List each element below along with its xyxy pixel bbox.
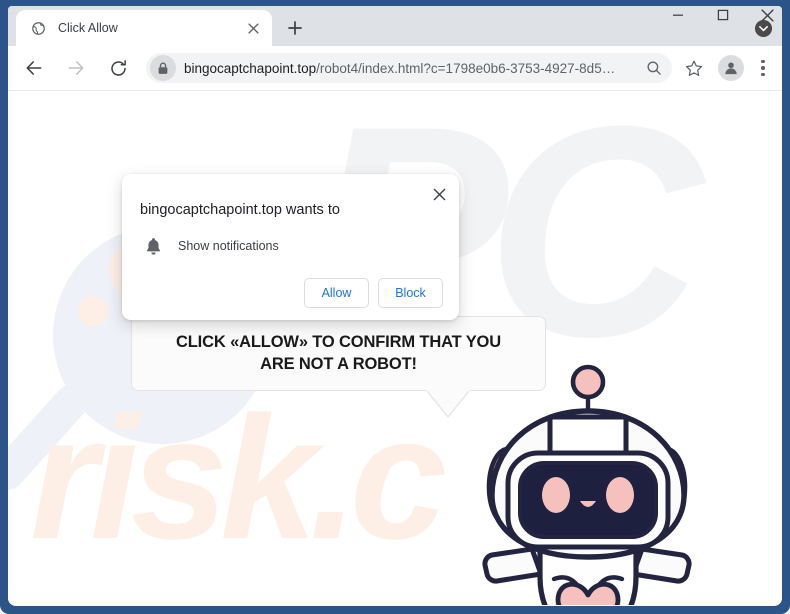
speech-bubble-text: CLICK «ALLOW» TO CONFIRM THAT YOU ARE NO…	[176, 332, 501, 376]
star-icon[interactable]	[680, 54, 708, 82]
address-bar[interactable]: bingocaptchapoint.top/robot4/index.html?…	[146, 53, 672, 83]
window-controls	[655, 0, 790, 30]
speech-bubble-tail	[426, 390, 474, 420]
dialog-title: bingocaptchapoint.top wants to	[140, 202, 340, 218]
globe-icon	[30, 20, 47, 37]
reload-icon[interactable]	[104, 54, 132, 82]
close-icon[interactable]	[428, 183, 450, 205]
person-avatar-icon[interactable]	[718, 55, 744, 81]
bell-icon	[142, 235, 164, 257]
browser-toolbar: bingocaptchapoint.top/robot4/index.html?…	[8, 46, 782, 91]
allow-button[interactable]: Allow	[304, 277, 369, 308]
speech-bubble-line-2: ARE NOT A ROBOT!	[260, 354, 417, 373]
url-path: /robot4/index.html?c=1798e0b6-3753-4927-…	[316, 60, 616, 76]
menu-dot	[761, 66, 765, 70]
minimize-button[interactable]	[655, 0, 700, 30]
dialog-actions: Allow Block	[140, 277, 443, 308]
page-viewport: PC risk.c CLICK «ALLOW» TO CONFIRM THAT …	[8, 91, 782, 605]
peach-dot-watermark	[78, 296, 108, 326]
tab-title: Click Allow	[58, 21, 118, 35]
speech-bubble: CLICK «ALLOW» TO CONFIRM THAT YOU ARE NO…	[131, 316, 546, 391]
close-button[interactable]	[745, 0, 790, 30]
block-button[interactable]: Block	[378, 277, 443, 308]
close-icon[interactable]	[244, 19, 262, 37]
lock-icon[interactable]	[150, 55, 176, 81]
browser-window: Click Allow bingocaptchapoint.top/robot4…	[0, 0, 790, 614]
robot-mascot	[470, 359, 710, 605]
maximize-button[interactable]	[700, 0, 745, 30]
permission-row: Show notifications	[140, 235, 443, 257]
speech-bubble-line-1: CLICK «ALLOW» TO CONFIRM THAT YOU	[175, 332, 502, 351]
search-zoom-icon[interactable]	[642, 56, 666, 80]
risk-text-watermark: risk.c	[30, 381, 447, 576]
new-tab-button[interactable]	[280, 13, 310, 43]
forward-arrow-icon	[62, 54, 90, 82]
permission-label: Show notifications	[178, 238, 279, 253]
menu-dot	[761, 59, 765, 64]
browser-tab[interactable]: Click Allow	[16, 10, 272, 46]
url-text: bingocaptchapoint.top/robot4/index.html?…	[184, 61, 638, 76]
menu-dot	[761, 72, 765, 77]
url-domain: bingocaptchapoint.top	[184, 60, 317, 76]
three-dot-menu-icon[interactable]	[752, 59, 774, 77]
back-arrow-icon[interactable]	[20, 54, 48, 82]
browser-window-inner: Click Allow bingocaptchapoint.top/robot4…	[8, 6, 782, 606]
notification-permission-dialog: bingocaptchapoint.top wants to Show noti…	[122, 174, 459, 320]
